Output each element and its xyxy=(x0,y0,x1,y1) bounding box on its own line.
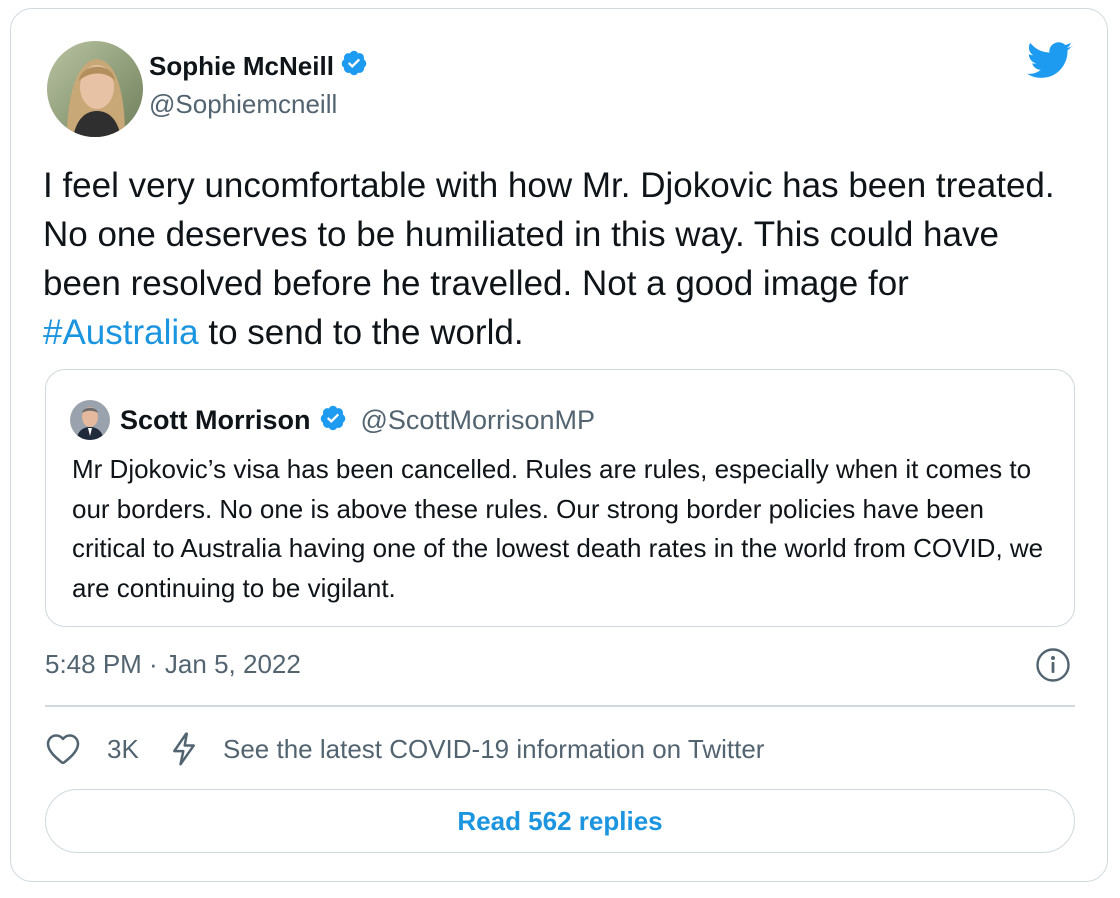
author-avatar[interactable] xyxy=(47,41,143,137)
tweet-text-body: I feel very uncomfortable with how Mr. D… xyxy=(43,166,1055,303)
quoted-author-header: Scott Morrison @ScottMorrisonMP xyxy=(120,400,595,440)
quoted-tweet-text: Mr Djokovic’s visa has been cancelled. R… xyxy=(72,454,1044,603)
verified-badge-icon xyxy=(319,404,347,437)
tweet-timestamp[interactable]: 5:48 PM · Jan 5, 2022 xyxy=(45,649,301,680)
quoted-author-handle: @ScottMorrisonMP xyxy=(360,404,595,435)
read-replies-label: Read 562 replies xyxy=(457,805,663,836)
tweet-text-tail: to send to the world. xyxy=(198,313,524,352)
covid-info-link[interactable]: See the latest COVID-19 information on T… xyxy=(223,734,764,765)
twitter-bird-icon[interactable] xyxy=(1027,41,1073,81)
tweet-text: I feel very uncomfortable with how Mr. D… xyxy=(43,161,1073,357)
read-replies-button[interactable]: Read 562 replies xyxy=(45,789,1075,853)
hashtag-link[interactable]: #Australia xyxy=(43,313,199,352)
quoted-author-avatar xyxy=(70,400,110,440)
quoted-author-name: Scott Morrison xyxy=(120,404,311,435)
divider xyxy=(45,705,1075,707)
lightning-bolt-icon[interactable] xyxy=(167,731,201,767)
verified-badge-icon xyxy=(340,49,368,84)
tweet-card: Sophie McNeill @Sophiemcneill I feel ver… xyxy=(10,8,1108,882)
heart-icon[interactable] xyxy=(45,731,81,767)
like-count[interactable]: 3K xyxy=(107,734,165,765)
author-name[interactable]: Sophie McNeill xyxy=(149,49,368,84)
info-icon[interactable] xyxy=(1035,647,1071,683)
action-row: 3K See the latest COVID-19 information o… xyxy=(45,729,764,769)
author-handle[interactable]: @Sophiemcneill xyxy=(149,89,337,120)
author-name-text: Sophie McNeill xyxy=(149,51,334,81)
quoted-tweet[interactable]: Scott Morrison @ScottMorrisonMP Mr Djoko… xyxy=(45,369,1075,627)
